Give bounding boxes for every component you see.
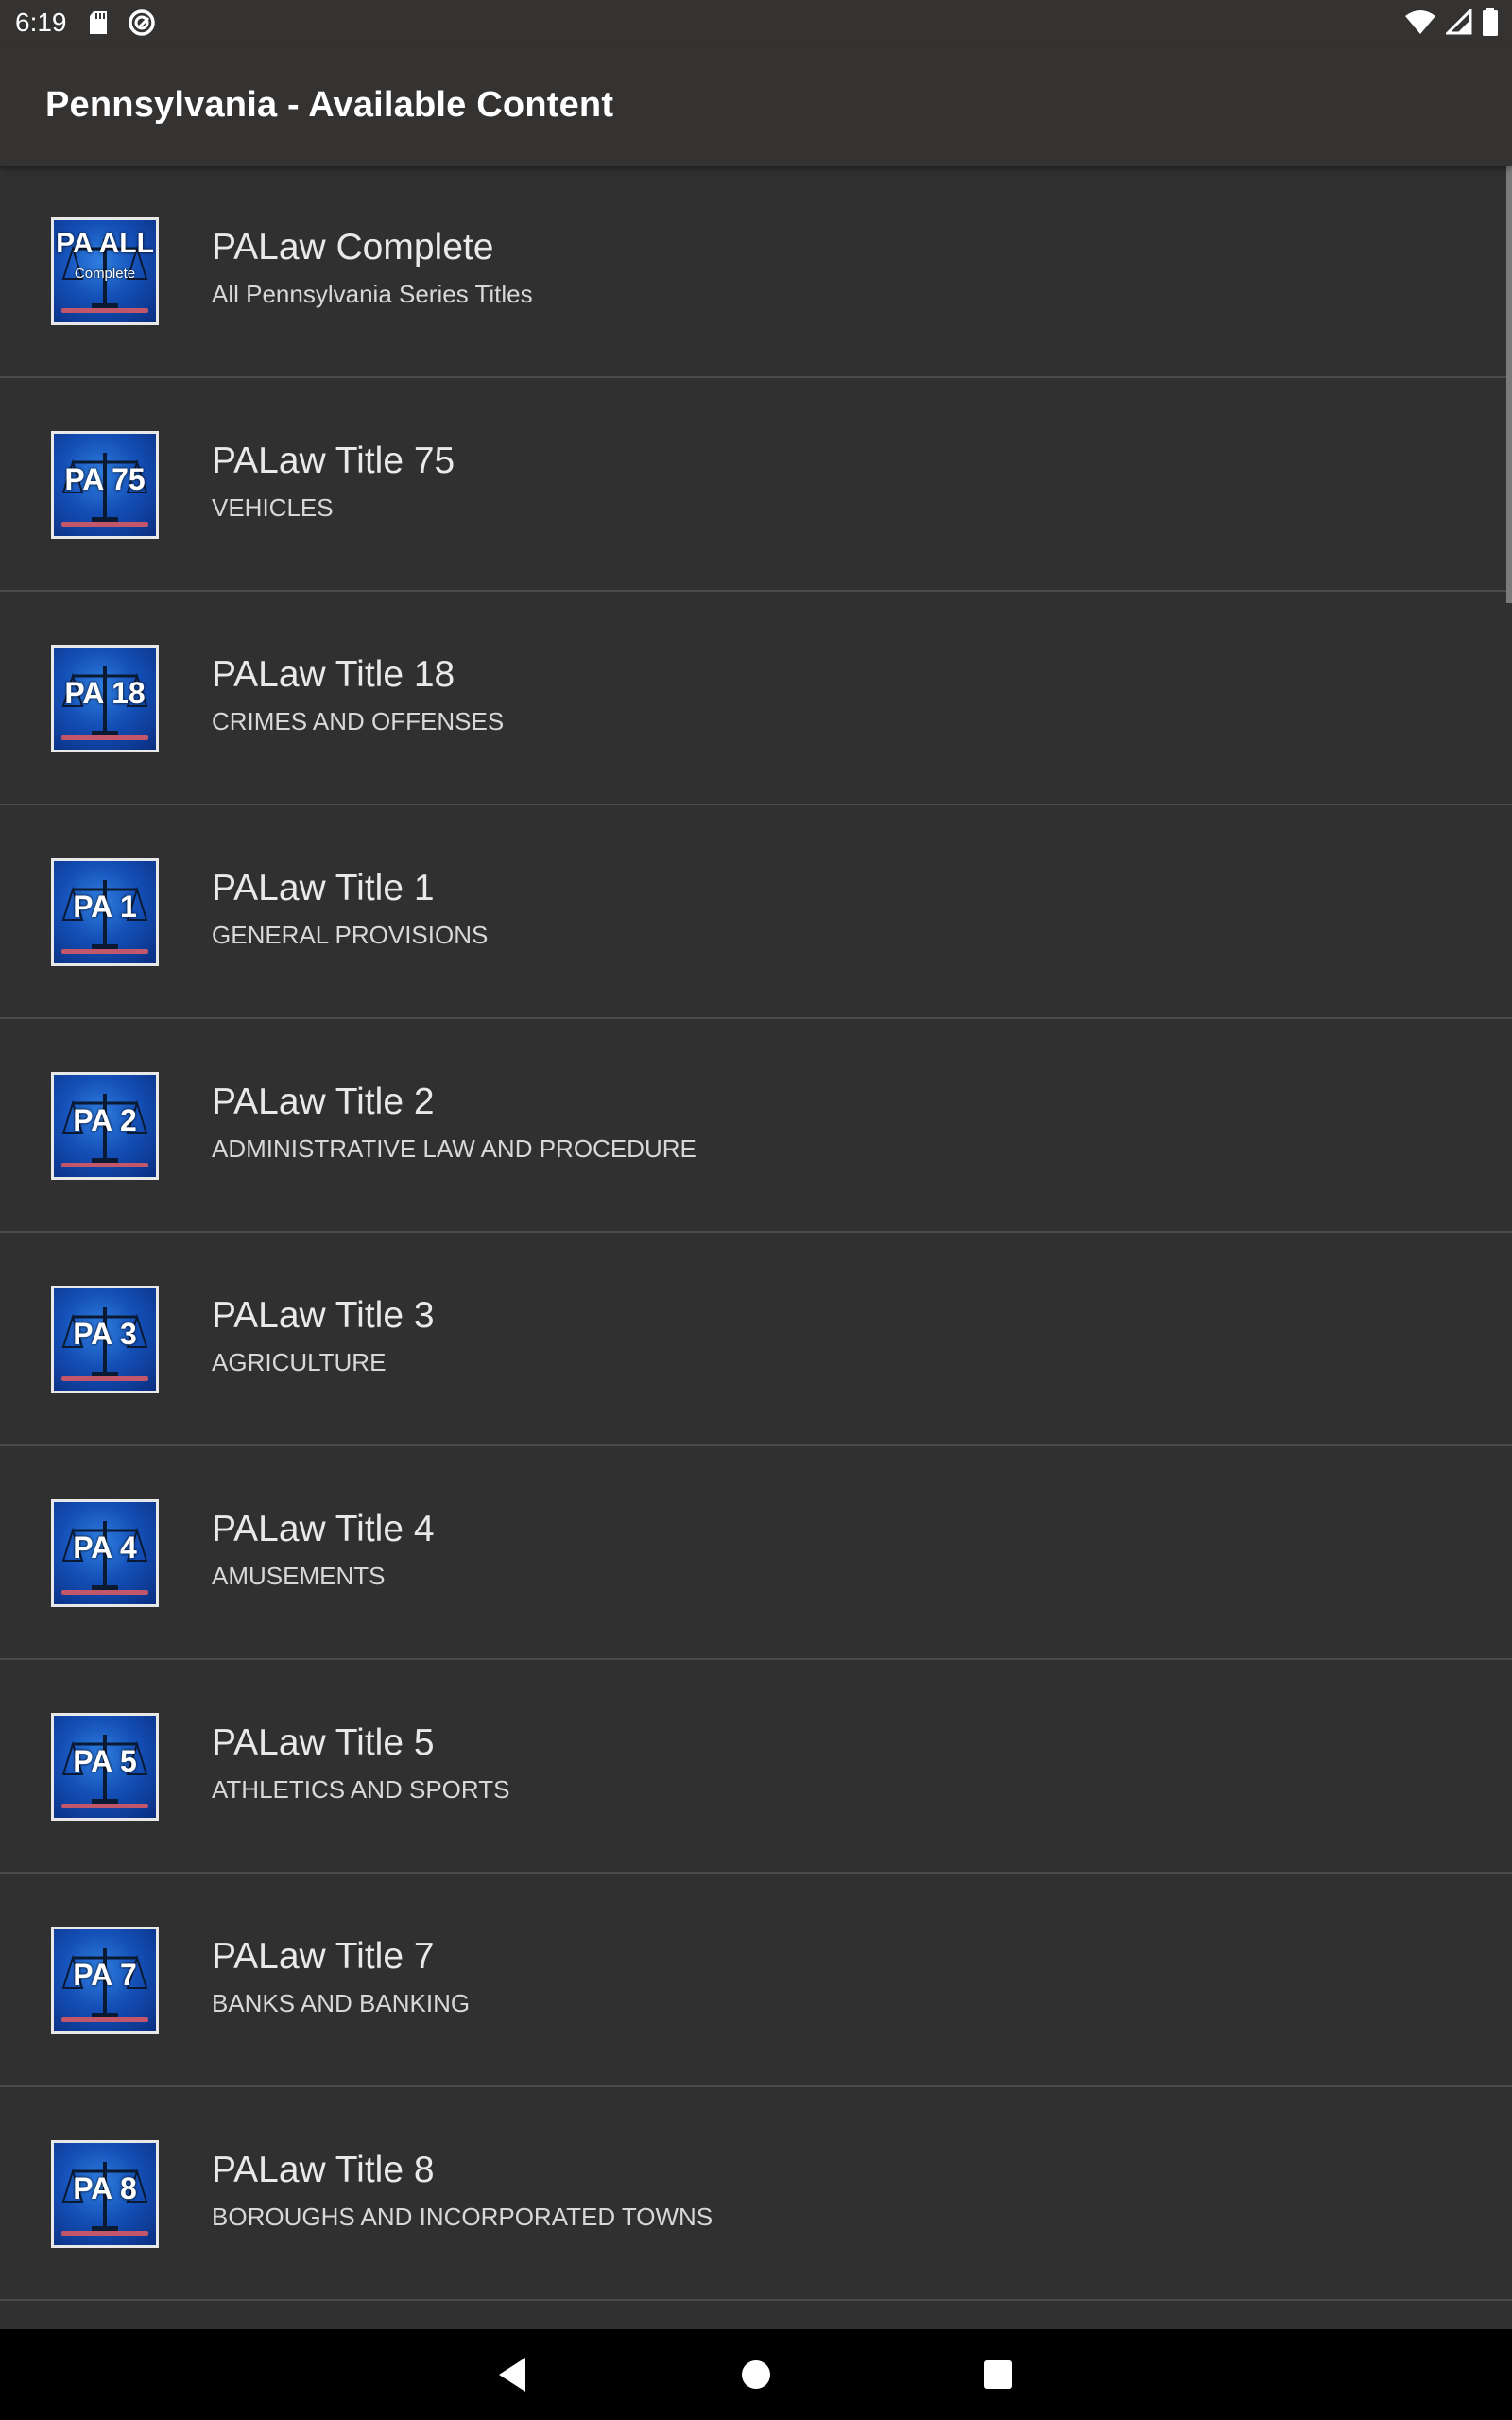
thumbnail-strip: [61, 1376, 148, 1381]
thumbnail-strip: [61, 2231, 148, 2236]
item-title: PALaw Title 8: [212, 2150, 435, 2190]
thumbnail-strip: [61, 735, 148, 740]
item-title: PALaw Title 75: [212, 441, 455, 481]
item-title: PALaw Complete: [212, 227, 494, 268]
list-item[interactable]: PA 1 PALaw Title 1 GENERAL PROVISIONS: [0, 807, 1512, 1019]
thumbnail-sublabel: Complete: [74, 266, 136, 282]
navigation-bar: [0, 2329, 1512, 2420]
item-title: PALaw Title 1: [212, 868, 435, 908]
battery-icon: [1483, 8, 1498, 36]
thumbnail-strip: [61, 1590, 148, 1595]
thumbnail-label: PA 3: [73, 1317, 137, 1351]
list-item[interactable]: PA 4 PALaw Title 4 AMUSEMENTS: [0, 1448, 1512, 1660]
title-thumbnail: PA 75: [51, 431, 159, 539]
item-title: PALaw Title 2: [212, 1081, 435, 1122]
content-list: PA ALL Complete PALaw Complete All Pennsylv…: [0, 166, 1512, 2329]
thumbnail-label: PA ALL: [56, 228, 154, 259]
recents-icon[interactable]: [977, 2354, 1019, 2395]
item-title: PALaw Title 4: [212, 1509, 435, 1549]
thumbnail-label: PA 2: [73, 1103, 137, 1137]
item-subtitle: All Pennsylvania Series Titles: [212, 280, 533, 308]
title-thumbnail: PA 1: [51, 858, 159, 966]
item-title: PALaw Title 7: [212, 1936, 435, 1977]
title-thumbnail: PA ALL Complete: [51, 217, 159, 325]
item-title: PALaw Title 18: [212, 654, 455, 695]
item-subtitle: AMUSEMENTS: [212, 1562, 386, 1590]
page-title: Pennsylvania - Available Content: [45, 85, 614, 125]
status-time: 6:19: [15, 8, 67, 37]
item-subtitle: GENERAL PROVISIONS: [212, 921, 489, 949]
list-item[interactable]: PA ALL Complete PALaw Complete All Pennsylv…: [0, 166, 1512, 378]
thumbnail-strip: [61, 1804, 148, 1808]
thumbnail-label: PA 5: [73, 1744, 137, 1778]
item-subtitle: ATHLETICS AND SPORTS: [212, 1775, 510, 1804]
list-item[interactable]: PA 5 PALaw Title 5 ATHLETICS AND SPORTS: [0, 1662, 1512, 1874]
item-subtitle: VEHICLES: [212, 493, 334, 522]
back-icon[interactable]: [493, 2354, 535, 2395]
item-subtitle: CRIMES AND OFFENSES: [212, 707, 505, 735]
thumbnail-label: PA 4: [73, 1530, 137, 1564]
list-item[interactable]: PA 3 PALaw Title 3 AGRICULTURE: [0, 1235, 1512, 1446]
title-thumbnail: PA 4: [51, 1499, 159, 1607]
thumbnail-label: PA 75: [64, 462, 146, 496]
list-item[interactable]: PA 2 PALaw Title 2 ADMINISTRATIVE LAW AND …: [0, 1021, 1512, 1233]
scrollbar[interactable]: [1506, 166, 1512, 603]
thumbnail-label: PA 1: [73, 890, 137, 924]
cell-signal-icon: [1446, 9, 1472, 35]
status-bar: 6:19: [0, 0, 1512, 45]
item-subtitle: ADMINISTRATIVE LAW AND PROCEDURE: [212, 1134, 696, 1163]
thumbnail-label: PA 18: [64, 676, 146, 710]
sync-icon: [128, 9, 155, 36]
item-subtitle: BANKS AND BANKING: [212, 1989, 471, 2017]
thumbnail-label: PA 8: [73, 2171, 137, 2205]
item-title: PALaw Title 5: [212, 1722, 435, 1763]
list-item[interactable]: PA 7 PALaw Title 7 BANKS AND BANKING: [0, 1876, 1512, 2087]
list-item[interactable]: PA 8 PALaw Title 8 BOROUGHS AND INCORPORAT…: [0, 2089, 1512, 2301]
title-thumbnail: PA 5: [51, 1713, 159, 1821]
item-title: PALaw Title 3: [212, 1295, 435, 1336]
title-thumbnail: PA 3: [51, 1286, 159, 1393]
item-subtitle: AGRICULTURE: [212, 1348, 387, 1376]
thumbnail-strip: [61, 1163, 148, 1167]
thumbnail-strip: [61, 522, 148, 527]
list-item[interactable]: PA 75 PALaw Title 75 VEHICLES: [0, 380, 1512, 592]
app-bar: Pennsylvania - Available Content: [0, 45, 1512, 166]
item-subtitle: BOROUGHS AND INCORPORATED TOWNS: [212, 2203, 713, 2231]
thumbnail-strip: [61, 2017, 148, 2022]
sd-card-icon: [89, 11, 107, 34]
thumbnail-strip: [61, 949, 148, 954]
title-thumbnail: PA 8: [51, 2140, 159, 2248]
title-thumbnail: PA 7: [51, 1927, 159, 2034]
wifi-icon: [1405, 10, 1435, 34]
home-icon[interactable]: [735, 2354, 777, 2395]
thumbnail-label: PA 7: [73, 1958, 137, 1992]
title-thumbnail: PA 2: [51, 1072, 159, 1180]
thumbnail-strip: [61, 308, 148, 313]
title-thumbnail: PA 18: [51, 645, 159, 752]
list-item[interactable]: PA 18 PALaw Title 18 CRIMES AND OFFENSES: [0, 594, 1512, 805]
